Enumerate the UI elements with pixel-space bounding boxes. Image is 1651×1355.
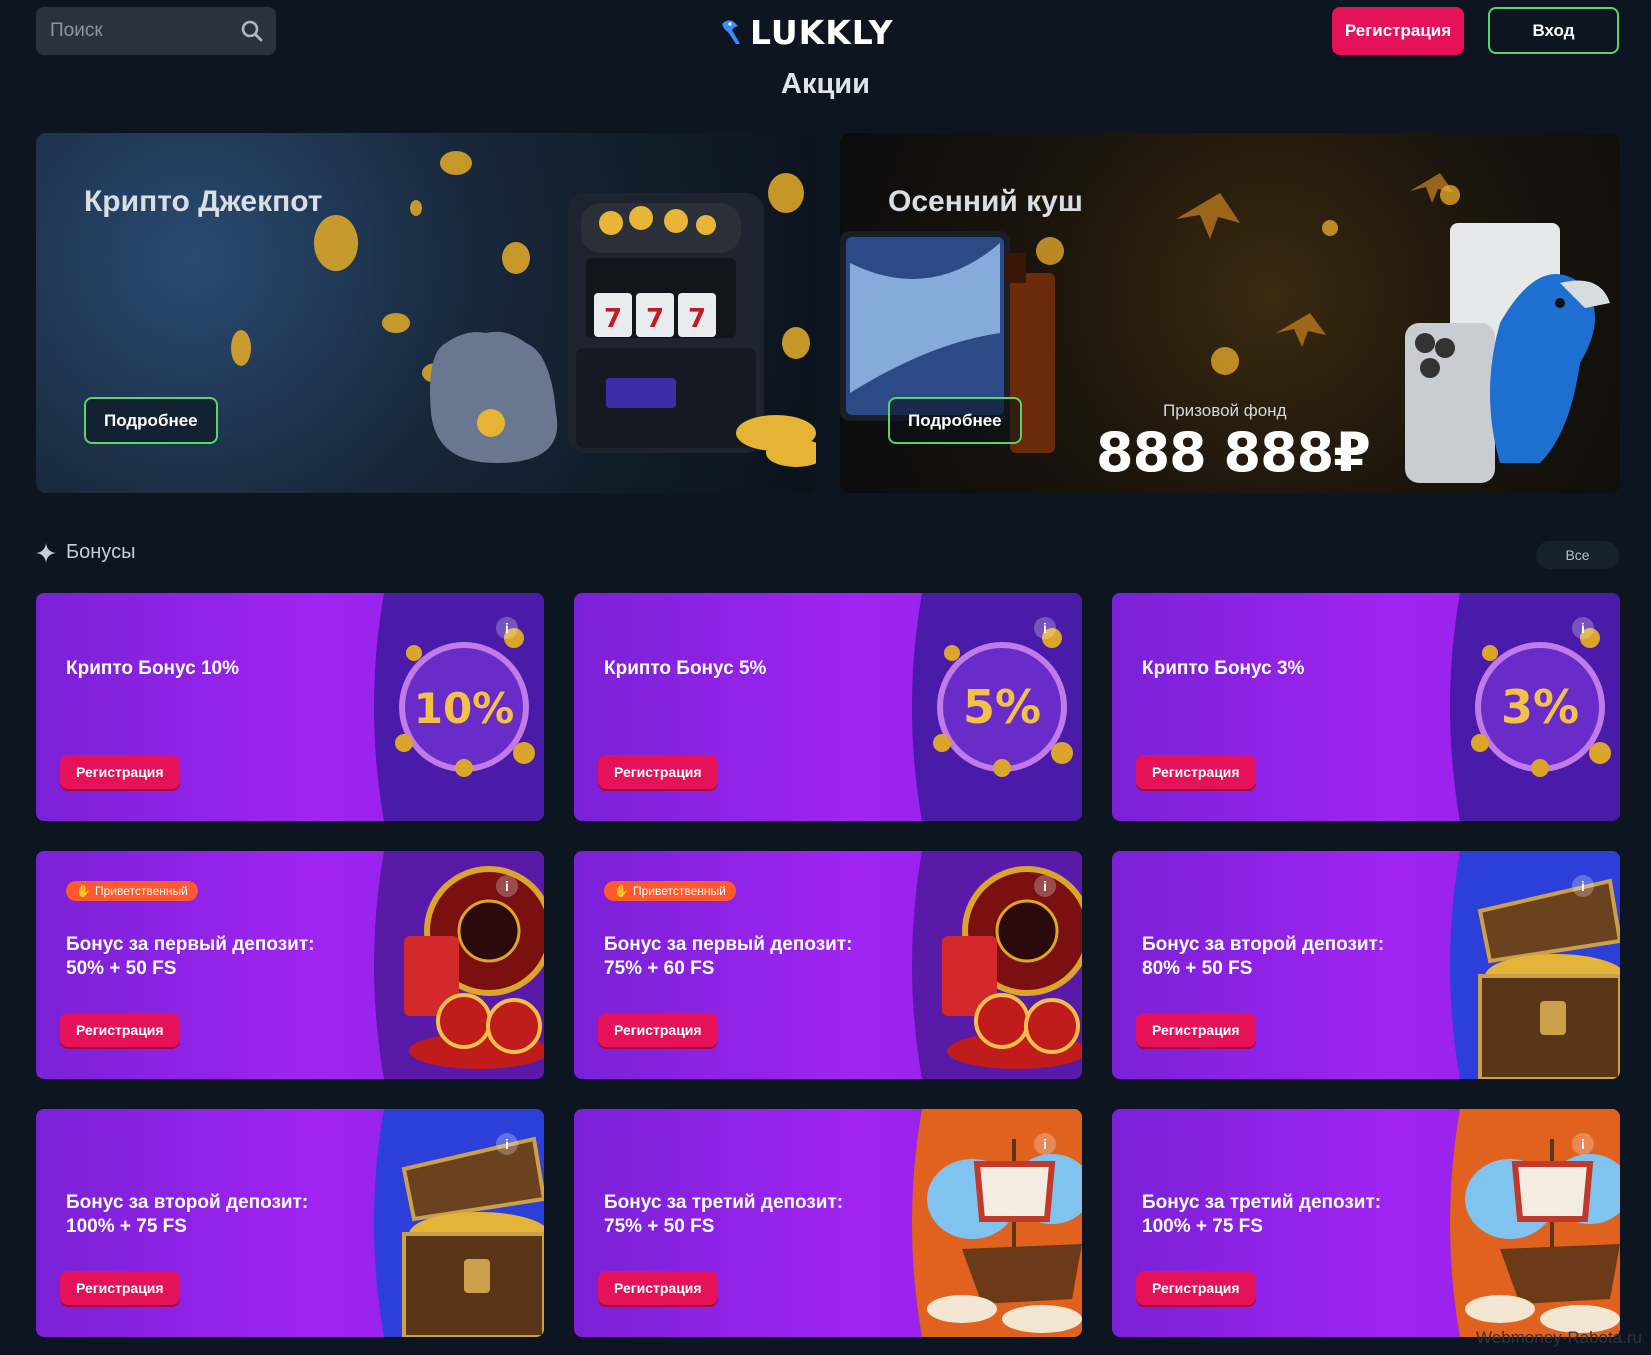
- bonus-title-amount: 50% + 50 FS: [66, 958, 177, 979]
- bonus-register-button[interactable]: Регистрация: [60, 1013, 180, 1047]
- bonus-title-line: Бонус за второй депозит:: [1142, 934, 1385, 955]
- bonus-card-crypto-5[interactable]: 5% i Крипто Бонус 5% Регистрация: [574, 593, 1082, 821]
- info-button[interactable]: i: [496, 1133, 518, 1155]
- info-button[interactable]: i: [496, 875, 518, 897]
- login-button[interactable]: Вход: [1488, 7, 1619, 54]
- see-all-button[interactable]: Все: [1536, 541, 1619, 569]
- bonus-card-third-deposit-100[interactable]: i Бонус за третий депозит: 100% + 75 FS …: [1112, 1109, 1620, 1337]
- bonus-title-amount: 80% + 50 FS: [1142, 958, 1253, 979]
- info-button[interactable]: i: [1572, 617, 1594, 639]
- bonus-card-crypto-3[interactable]: 3% i Крипто Бонус 3% Регистрация: [1112, 593, 1620, 821]
- site-logo[interactable]: LUKKLY: [718, 12, 894, 52]
- bonuses-section-header: Бонусы: [36, 541, 135, 564]
- info-button[interactable]: i: [1034, 875, 1056, 897]
- hand-wave-icon: ✋: [76, 884, 91, 898]
- welcome-tag: ✋ Приветственный: [66, 881, 198, 901]
- bonus-card-first-deposit-50[interactable]: i ✋ Приветственный Бонус за первый депоз…: [36, 851, 544, 1079]
- info-button[interactable]: i: [1034, 1133, 1056, 1155]
- bonus-title: Крипто Бонус 3%: [1142, 658, 1305, 679]
- info-button[interactable]: i: [1572, 1133, 1594, 1155]
- bonus-card-crypto-10[interactable]: 10% i Крипто Бонус 10% Регистрация: [36, 593, 544, 821]
- svg-text:7: 7: [688, 304, 706, 334]
- svg-text:7: 7: [646, 304, 664, 334]
- prize-fund-value: 888 888₽: [1096, 421, 1371, 484]
- bonus-title-line: Бонус за второй депозит:: [66, 1192, 309, 1213]
- bird-logo-icon: [722, 20, 740, 44]
- bonus-register-button[interactable]: Регистрация: [1136, 1271, 1256, 1305]
- bonus-title: Бонус за первый депозит: 75% + 60 FS: [604, 933, 904, 981]
- bonus-title: Бонус за третий депозит: 100% + 75 FS: [1142, 1191, 1442, 1239]
- bonus-card-third-deposit-75[interactable]: i Бонус за третий депозит: 75% + 50 FS Р…: [574, 1109, 1082, 1337]
- bonus-title-line: Бонус за третий депозит:: [1142, 1192, 1382, 1213]
- tag-label: Приветственный: [94, 884, 188, 898]
- bonus-title-amount: 75% + 60 FS: [604, 958, 715, 979]
- promo-title: Крипто Джекпот: [84, 185, 323, 218]
- hand-wave-icon: ✋: [614, 884, 629, 898]
- search-input[interactable]: [48, 19, 240, 43]
- prize-fund-label: Призовой фонд: [1163, 401, 1287, 420]
- bonus-title: Бонус за второй депозит: 80% + 50 FS: [1142, 933, 1442, 981]
- sparkle-icon: [36, 542, 56, 563]
- bonus-register-button[interactable]: Регистрация: [598, 1013, 718, 1047]
- bonus-title-line: Бонус за первый депозит:: [66, 934, 315, 955]
- promo-banner-autumn-jackpot[interactable]: Осенний куш Подробнее Призовой фонд 888 …: [840, 133, 1620, 493]
- svg-text:7: 7: [604, 304, 622, 334]
- percent-art-label: 10%: [414, 684, 515, 733]
- info-button[interactable]: i: [1034, 617, 1056, 639]
- promo-details-button[interactable]: Подробнее: [888, 397, 1022, 444]
- bonus-register-button[interactable]: Регистрация: [60, 755, 180, 789]
- percent-art-label: 3%: [1501, 680, 1579, 734]
- bonus-title-amount: 75% + 50 FS: [604, 1216, 715, 1237]
- bonus-title-amount: 100% + 75 FS: [66, 1216, 187, 1237]
- section-title: Бонусы: [66, 541, 136, 563]
- search-icon[interactable]: [240, 19, 264, 43]
- watermark: Webmoney-Rabota.ru: [1476, 1328, 1642, 1347]
- bonus-card-first-deposit-75[interactable]: i ✋ Приветственный Бонус за первый депоз…: [574, 851, 1082, 1079]
- bonus-register-button[interactable]: Регистрация: [598, 755, 718, 789]
- info-button[interactable]: i: [1572, 875, 1594, 897]
- bonus-register-button[interactable]: Регистрация: [60, 1271, 180, 1305]
- bonus-card-second-deposit-100[interactable]: i Бонус за второй депозит: 100% + 75 FS …: [36, 1109, 544, 1337]
- page-title: Акции: [781, 68, 870, 100]
- bonus-title: Бонус за первый депозит: 50% + 50 FS: [66, 933, 366, 981]
- promo-title: Осенний куш: [888, 185, 1083, 218]
- bonus-title: Крипто Бонус 5%: [604, 658, 767, 679]
- search-box[interactable]: [36, 7, 276, 55]
- register-button[interactable]: Регистрация: [1332, 7, 1464, 55]
- bonus-title-line: Бонус за третий депозит:: [604, 1192, 844, 1213]
- bonus-register-button[interactable]: Регистрация: [598, 1271, 718, 1305]
- bonus-title-amount: 100% + 75 FS: [1142, 1216, 1263, 1237]
- tag-label: Приветственный: [632, 884, 726, 898]
- bonus-title: Бонус за третий депозит: 75% + 50 FS: [604, 1191, 904, 1239]
- bonus-title: Крипто Бонус 10%: [66, 658, 240, 679]
- bonus-card-second-deposit-80[interactable]: i Бонус за второй депозит: 80% + 50 FS Р…: [1112, 851, 1620, 1079]
- bonus-title-line: Бонус за первый депозит:: [604, 934, 853, 955]
- info-button[interactable]: i: [496, 617, 518, 639]
- promo-banner-crypto-jackpot[interactable]: 777 Крипто Джекпот Подробнее: [36, 133, 816, 493]
- promo-details-button[interactable]: Подробнее: [84, 397, 218, 444]
- bonus-register-button[interactable]: Регистрация: [1136, 755, 1256, 789]
- logo-text: LUKKLY: [750, 12, 894, 52]
- welcome-tag: ✋ Приветственный: [604, 881, 736, 901]
- bonus-register-button[interactable]: Регистрация: [1136, 1013, 1256, 1047]
- percent-art-label: 5%: [963, 680, 1041, 734]
- bonus-title: Бонус за второй депозит: 100% + 75 FS: [66, 1191, 366, 1239]
